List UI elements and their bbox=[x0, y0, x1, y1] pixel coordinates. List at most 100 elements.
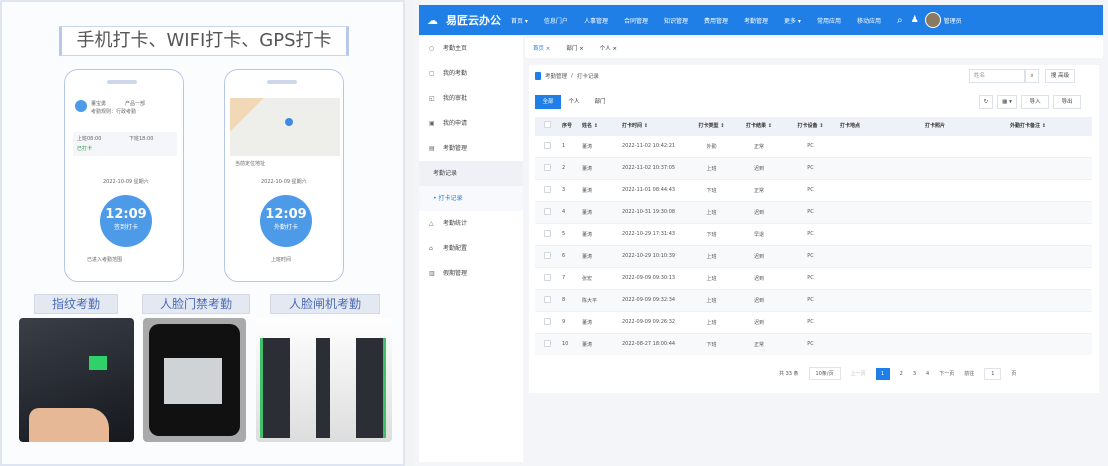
table-row[interactable]: 10 董涛 2022-08-27 18:00:44 下班 正常 PC bbox=[535, 332, 1092, 355]
menu-icon: ▢ bbox=[429, 70, 435, 77]
nav-item[interactable]: 常用应用 bbox=[817, 16, 841, 25]
table-row[interactable]: 2 董涛 2022-11-02 10:37:05 上班 迟到 PC bbox=[535, 156, 1092, 179]
nav-item[interactable]: 费用管理 bbox=[704, 16, 728, 25]
import-button[interactable]: 导入 bbox=[1021, 95, 1049, 109]
table-cell bbox=[1007, 222, 1092, 245]
page-3[interactable]: 3 bbox=[913, 371, 916, 377]
table-cell: 1 bbox=[559, 134, 579, 157]
nav-item[interactable]: 首页 ▾ bbox=[511, 16, 528, 25]
column-header[interactable]: 打卡地点 bbox=[837, 117, 922, 135]
table-cell: PC bbox=[784, 222, 837, 245]
table-row[interactable]: 3 董涛 2022-11-01 08:44:43 下班 正常 PC bbox=[535, 178, 1092, 201]
sidebar-item[interactable]: ▣ 我的申请 bbox=[419, 111, 523, 136]
on-status: 已打卡 bbox=[77, 146, 93, 152]
nav-item[interactable]: 合同管理 bbox=[624, 16, 648, 25]
table-cell bbox=[1007, 178, 1092, 201]
tab-personal[interactable]: 个人 × bbox=[600, 44, 617, 52]
sidebar-item[interactable]: • 打卡记录 bbox=[419, 186, 523, 211]
refresh-button[interactable]: ↻ bbox=[979, 95, 993, 109]
table-cell: PC bbox=[784, 178, 837, 201]
table-row[interactable]: 7 张宏 2022-09-09 09:30:13 上班 迟到 PC bbox=[535, 266, 1092, 289]
tab-home[interactable]: 首页 × bbox=[533, 44, 550, 52]
nav-item[interactable]: 移动应用 bbox=[857, 16, 881, 25]
row-checkbox[interactable] bbox=[543, 273, 551, 281]
user-icon[interactable]: ♟ bbox=[911, 15, 919, 25]
row-checkbox[interactable] bbox=[543, 339, 551, 347]
avatar[interactable] bbox=[924, 12, 941, 28]
table-row[interactable]: 1 董涛 2022-11-02 10:42:21 外勤 正常 PC bbox=[535, 134, 1092, 157]
row-checkbox[interactable] bbox=[543, 185, 551, 193]
sidebar-item[interactable]: ○ 考勤主页 bbox=[419, 36, 523, 61]
table-cell bbox=[837, 332, 922, 355]
sidebar-item[interactable]: ⌂ 考勤配置 bbox=[419, 236, 523, 261]
nav-item[interactable]: 考勤管理 bbox=[744, 16, 768, 25]
checkin-button[interactable]: 12:09 签到打卡 bbox=[100, 195, 152, 247]
row-checkbox[interactable] bbox=[543, 141, 551, 149]
sidebar-item-label: 考勤管理 bbox=[443, 145, 468, 152]
user-name[interactable]: 管理员 bbox=[944, 16, 962, 25]
table-cell: 董涛 bbox=[579, 178, 619, 201]
row-checkbox[interactable] bbox=[543, 163, 551, 171]
search-button[interactable]: ⌕ bbox=[1025, 69, 1039, 83]
table-row[interactable]: 4 董涛 2022-10-31 19:30:08 上班 迟到 PC bbox=[535, 200, 1092, 223]
column-header[interactable]: 姓名 ↕ bbox=[579, 117, 619, 135]
scope-personal[interactable]: 个人 bbox=[561, 95, 587, 109]
table-cell: 9 bbox=[559, 310, 579, 333]
sidebar-item-label: 考勤主页 bbox=[443, 45, 468, 52]
table-cell: 4 bbox=[559, 200, 579, 223]
table-row[interactable]: 8 陈大平 2022-09-09 09:32:34 上班 迟到 PC bbox=[535, 288, 1092, 311]
table-cell: 2022-09-09 09:30:13 bbox=[619, 266, 689, 289]
sidebar-item[interactable]: △ 考勤统计 bbox=[419, 211, 523, 236]
row-checkbox[interactable] bbox=[543, 207, 551, 215]
column-header[interactable]: 打卡时间 ↕ bbox=[619, 117, 689, 135]
column-header[interactable]: 打卡设备 ↕ bbox=[784, 117, 837, 135]
row-checkbox[interactable] bbox=[543, 229, 551, 237]
page-size-select[interactable]: 10条/页 bbox=[808, 367, 841, 380]
table-cell: 下班 bbox=[689, 222, 734, 245]
table-cell: 2022-11-01 08:44:43 bbox=[619, 178, 689, 201]
field-checkin-button[interactable]: 12:09 外勤打卡 bbox=[260, 195, 312, 247]
next-page-button[interactable]: 下一页 bbox=[939, 370, 954, 377]
nav-item[interactable]: 信息门户 bbox=[544, 16, 568, 25]
table-row[interactable]: 9 董涛 2022-09-09 09:26:32 上班 迟到 PC bbox=[535, 310, 1092, 333]
column-header[interactable]: 打卡结果 ↕ bbox=[734, 117, 784, 135]
breadcrumb-item[interactable]: 考勤管理 bbox=[545, 72, 567, 80]
row-checkbox[interactable] bbox=[543, 295, 551, 303]
column-header[interactable]: 打卡照片 bbox=[922, 117, 1007, 135]
column-header[interactable]: 序号 bbox=[559, 117, 579, 135]
columns-button[interactable]: ▦ ▾ bbox=[997, 95, 1017, 109]
query-button[interactable]: 搜 高级 bbox=[1045, 69, 1075, 83]
table-row[interactable]: 5 董涛 2022-10-29 17:31:43 下班 早退 PC bbox=[535, 222, 1092, 245]
nav-item[interactable]: 人事管理 bbox=[584, 16, 608, 25]
page-4[interactable]: 4 bbox=[926, 371, 929, 377]
sidebar-item[interactable]: 考勤记录 bbox=[419, 161, 523, 186]
search-icon[interactable]: ⌕ bbox=[897, 15, 903, 26]
sidebar-item[interactable]: ▢ 我的考勤 bbox=[419, 61, 523, 86]
row-checkbox[interactable] bbox=[543, 317, 551, 325]
page-1[interactable]: 1 bbox=[875, 367, 890, 380]
table-row[interactable]: 6 董涛 2022-10-29 10:10:39 上班 迟到 PC bbox=[535, 244, 1092, 267]
column-header[interactable]: 打卡类型 ↕ bbox=[689, 117, 734, 135]
menu-icon: ◱ bbox=[429, 95, 435, 102]
sidebar-item[interactable]: ▤ 考勤管理 bbox=[419, 136, 523, 161]
select-all-checkbox[interactable] bbox=[543, 121, 551, 129]
tab-dept[interactable]: 部门 × bbox=[566, 44, 583, 52]
nav-item[interactable]: 知识管理 bbox=[664, 16, 688, 25]
export-button[interactable]: 导出 bbox=[1053, 95, 1081, 109]
sidebar-item[interactable]: ▥ 假期管理 bbox=[419, 261, 523, 286]
nav-item[interactable]: 更多 ▾ bbox=[784, 16, 801, 25]
menu-icon: ▤ bbox=[429, 145, 435, 152]
menu-icon: △ bbox=[429, 220, 434, 227]
scope-dept[interactable]: 部门 bbox=[587, 95, 613, 109]
page-2[interactable]: 2 bbox=[900, 371, 903, 377]
table-cell bbox=[837, 244, 922, 267]
goto-page-input[interactable]: 1 bbox=[984, 367, 1002, 380]
prev-page-button[interactable]: 上一页 bbox=[851, 370, 866, 377]
search-input[interactable]: 姓名 bbox=[969, 69, 1025, 83]
column-header[interactable]: 外勤打卡备注 ↕ bbox=[1007, 117, 1092, 135]
scope-all[interactable]: 全部 bbox=[535, 95, 561, 109]
sidebar-item[interactable]: ◱ 我的审批 bbox=[419, 86, 523, 111]
table-cell: 迟到 bbox=[734, 288, 784, 311]
app-logo: 易匠云办公 bbox=[446, 14, 501, 27]
row-checkbox[interactable] bbox=[543, 251, 551, 259]
